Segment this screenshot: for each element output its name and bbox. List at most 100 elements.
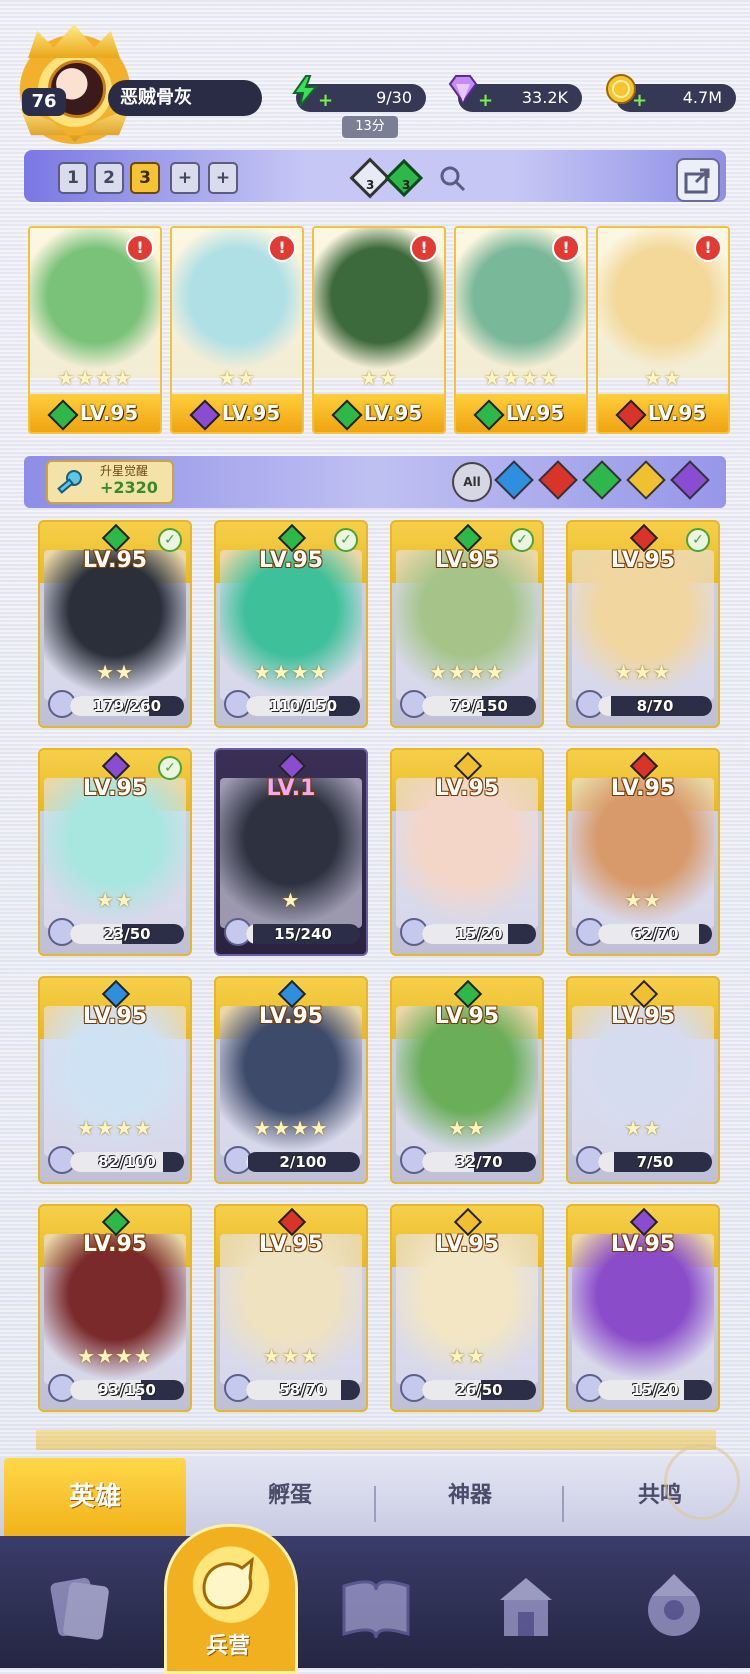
element-gem-icon bbox=[615, 398, 647, 431]
shard-progress-bar: 15/20 bbox=[598, 1380, 712, 1400]
featured-hero-card[interactable]: ! ★★ LV.95 bbox=[312, 226, 446, 434]
featured-hero-card[interactable]: ! ★★★★ LV.95 bbox=[454, 226, 588, 434]
shard-progress-text: 15/20 bbox=[631, 1381, 679, 1399]
share-button[interactable] bbox=[676, 158, 720, 202]
hero-card[interactable]: LV.95 ★★★★ 93/150 bbox=[38, 1204, 192, 1412]
hero-level-bar: LV.95 bbox=[598, 394, 728, 432]
gold-value: 4.7M bbox=[682, 88, 722, 107]
hero-card[interactable]: LV.95 ★★★ 58/70 bbox=[214, 1204, 368, 1412]
shard-progress-bar: 26/50 bbox=[422, 1380, 536, 1400]
add-team-button-1[interactable]: + bbox=[170, 162, 200, 194]
shard-progress-text: 15/240 bbox=[274, 925, 332, 943]
hero-stars: ★★★ bbox=[614, 660, 672, 684]
hero-card[interactable]: ✓ LV.95 ★★ 23/50 bbox=[38, 748, 192, 956]
hero-level: LV.95 bbox=[82, 548, 148, 573]
hero-card[interactable]: LV.95 ★★ 26/50 bbox=[390, 1204, 544, 1412]
hero-stars: ★★★★ bbox=[253, 1116, 329, 1140]
add-gems-icon[interactable]: + bbox=[478, 90, 493, 111]
shard-progress-text: 82/100 bbox=[98, 1153, 156, 1171]
tab-artifacts[interactable]: 神器 bbox=[390, 1476, 550, 1516]
hero-stars: ★★★★ bbox=[77, 1116, 153, 1140]
shard-progress-text: 8/70 bbox=[636, 697, 674, 715]
hero-level-bar: LV.95 bbox=[30, 394, 160, 432]
energy-timer: 13分 bbox=[342, 116, 398, 138]
tab-divider bbox=[374, 1486, 376, 1522]
shard-progress-bar: 79/150 bbox=[422, 696, 536, 716]
team-tab-3[interactable]: 3 bbox=[130, 162, 160, 194]
shard-progress-text: 58/70 bbox=[279, 1381, 327, 1399]
shard-progress-bar: 82/100 bbox=[70, 1152, 184, 1172]
hero-card[interactable]: LV.95 ★★ 62/70 bbox=[566, 748, 720, 956]
hero-card[interactable]: LV.95 ★★★★ 2/100 bbox=[214, 976, 368, 1184]
hero-stars: ★★ bbox=[644, 366, 682, 390]
shard-progress-text: 15/20 bbox=[455, 925, 503, 943]
hero-card[interactable]: LV.95 15/20 bbox=[390, 748, 544, 956]
element-gem-icon bbox=[331, 398, 363, 431]
nav-cards-icon[interactable] bbox=[36, 1566, 120, 1650]
featured-hero-card[interactable]: ! ★★★★ LV.95 bbox=[28, 226, 162, 434]
alert-icon: ! bbox=[552, 234, 580, 262]
energy-value: 9/30 bbox=[376, 88, 412, 107]
diamond-icon bbox=[448, 75, 478, 104]
awaken-value: +2320 bbox=[100, 478, 158, 497]
hero-card[interactable]: ✓ LV.95 ★★ 179/260 bbox=[38, 520, 192, 728]
hero-stars: ★★★★ bbox=[429, 660, 505, 684]
hero-card[interactable]: ✓ LV.95 ★★★★ 79/150 bbox=[390, 520, 544, 728]
nav-book-icon[interactable] bbox=[334, 1566, 418, 1650]
swirl-icon bbox=[664, 1444, 740, 1520]
hero-card[interactable]: LV.95 ★★ 32/70 bbox=[390, 976, 544, 1184]
shard-progress-text: 110/150 bbox=[268, 697, 338, 715]
hero-card[interactable]: ✓ LV.95 ★★★ 8/70 bbox=[566, 520, 720, 728]
featured-hero-card[interactable]: ! ★★ LV.95 bbox=[170, 226, 304, 434]
alert-icon: ! bbox=[694, 234, 722, 262]
team-tab-2[interactable]: 2 bbox=[94, 162, 124, 194]
hero-card[interactable]: LV.1 ★ 15/240 bbox=[214, 748, 368, 956]
hero-stars: ★★★ bbox=[262, 1344, 320, 1368]
hero-card[interactable]: LV.95 ★★★★ 82/100 bbox=[38, 976, 192, 1184]
hero-card[interactable]: ✓ LV.95 ★★★★ 110/150 bbox=[214, 520, 368, 728]
barracks-icon bbox=[202, 1556, 254, 1610]
shard-progress-text: 32/70 bbox=[455, 1153, 503, 1171]
shard-progress-bar: 7/50 bbox=[598, 1152, 712, 1172]
nav-guild-icon[interactable] bbox=[632, 1566, 716, 1650]
hero-level: LV.95 bbox=[610, 1232, 676, 1257]
shard-progress-text: 2/100 bbox=[279, 1153, 327, 1171]
hero-stars: ★★★★ bbox=[483, 366, 559, 390]
hero-level: LV.95 bbox=[82, 1232, 148, 1257]
hero-card[interactable]: LV.95 15/20 bbox=[566, 1204, 720, 1412]
tab-hatch[interactable]: 孵蛋 bbox=[210, 1476, 370, 1516]
shard-progress-text: 93/150 bbox=[98, 1381, 156, 1399]
nav-shop-icon[interactable] bbox=[484, 1566, 568, 1650]
add-energy-icon[interactable]: + bbox=[318, 90, 333, 111]
element-gem-icon bbox=[47, 398, 79, 431]
shard-progress-bar: 93/150 bbox=[70, 1380, 184, 1400]
hero-level: LV.95 bbox=[434, 1232, 500, 1257]
hero-level: LV.95 bbox=[610, 776, 676, 801]
hero-stars: ★★ bbox=[360, 366, 398, 390]
alert-icon: ! bbox=[268, 234, 296, 262]
hero-stars: ★★★★ bbox=[77, 1344, 153, 1368]
crown-icon bbox=[28, 24, 120, 58]
hero-card[interactable]: LV.95 ★★ 7/50 bbox=[566, 976, 720, 1184]
hero-stars: ★★ bbox=[448, 1344, 486, 1368]
featured-hero-card[interactable]: ! ★★ LV.95 bbox=[596, 226, 730, 434]
hero-level: LV.95 bbox=[610, 548, 676, 573]
shard-progress-text: 7/50 bbox=[636, 1153, 674, 1171]
key-icon bbox=[57, 470, 82, 494]
hero-level: LV.1 bbox=[266, 776, 316, 801]
tab-heroes[interactable]: 英雄 bbox=[4, 1458, 186, 1536]
team-tab-1[interactable]: 1 bbox=[58, 162, 88, 194]
search-icon[interactable] bbox=[438, 164, 468, 194]
shard-progress-text: 62/70 bbox=[631, 925, 679, 943]
gems-value: 33.2K bbox=[521, 88, 568, 107]
shard-progress-bar: 62/70 bbox=[598, 924, 712, 944]
filter-all-button[interactable]: All bbox=[452, 462, 492, 502]
add-gold-icon[interactable]: + bbox=[632, 90, 647, 111]
hero-stars: ★★ bbox=[624, 1116, 662, 1140]
add-team-button-2[interactable]: + bbox=[208, 162, 238, 194]
hero-level-bar: LV.95 bbox=[314, 394, 444, 432]
hero-level: LV.95 bbox=[505, 401, 565, 425]
hero-level: LV.95 bbox=[610, 1004, 676, 1029]
shard-progress-bar: 8/70 bbox=[598, 696, 712, 716]
hero-stars: ★ bbox=[281, 888, 301, 912]
